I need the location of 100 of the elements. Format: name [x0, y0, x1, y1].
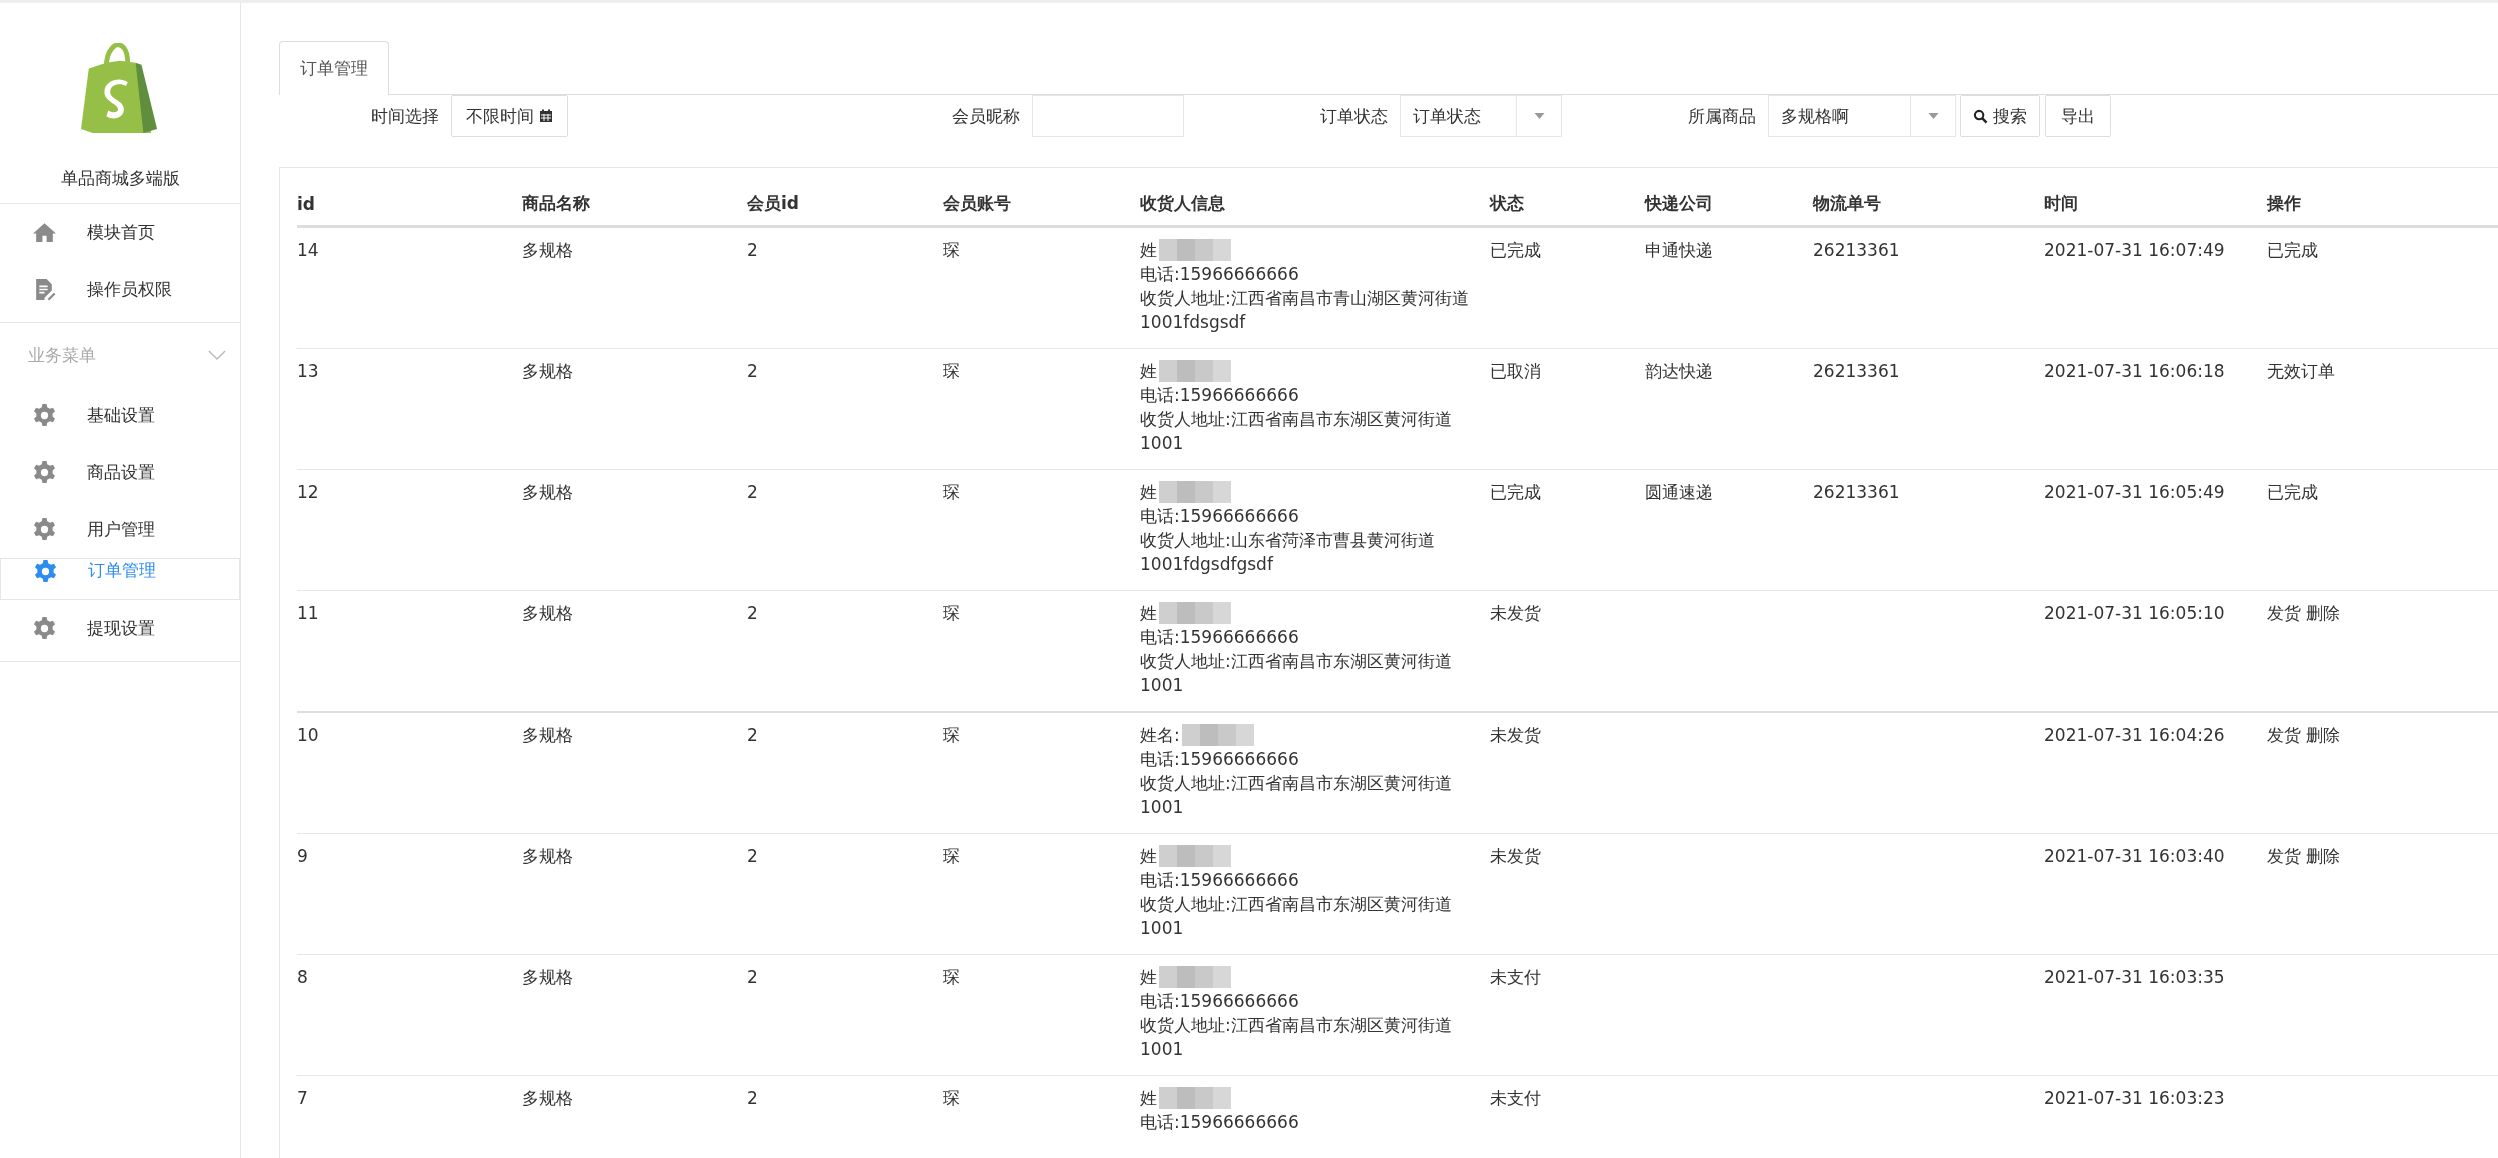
- table-cell: 2: [747, 482, 758, 502]
- table-cell: 已完成: [1490, 482, 1541, 502]
- recipient-phone: 电话:15966666666: [1140, 264, 1299, 284]
- recipient-name-label: 姓: [1140, 239, 1157, 262]
- recipient-phone: 电话:15966666666: [1140, 627, 1299, 647]
- blur-mask: [1159, 602, 1231, 624]
- app-name: 单品商城多端版: [60, 167, 180, 190]
- table-cell: 13: [297, 361, 319, 381]
- recipient-name-label: 姓名:: [1140, 724, 1180, 747]
- table-cell: 11: [297, 603, 319, 623]
- table-cell: 琛: [943, 967, 960, 987]
- table-cell: 2021-07-31 16:05:10: [2044, 603, 2225, 623]
- blur-mask: [1159, 1087, 1231, 1109]
- export-button[interactable]: 导出: [2045, 95, 2111, 137]
- table-cell: 14: [297, 240, 319, 260]
- filter-label: 会员昵称: [952, 104, 1020, 128]
- recipient-phone: 电话:15966666666: [1140, 991, 1299, 1011]
- action-link[interactable]: 删除: [2306, 725, 2340, 745]
- table-cell: 琛: [943, 240, 960, 260]
- action-link[interactable]: 发货: [2267, 846, 2301, 866]
- sidebar-item[interactable]: 订单管理: [0, 558, 240, 600]
- table-cell: 2021-07-31 16:05:49: [2044, 482, 2225, 502]
- table-cell: 2: [747, 240, 758, 260]
- column-header: 时间: [2044, 193, 2078, 213]
- product-dropdown[interactable]: 多规格啊: [1768, 95, 1956, 137]
- blur-mask: [1159, 845, 1231, 867]
- recipient-name-label: 姓: [1140, 602, 1157, 625]
- blur-mask: [1159, 966, 1231, 988]
- action-link[interactable]: 删除: [2306, 603, 2340, 623]
- sidebar-item[interactable]: 商品设置: [0, 444, 240, 501]
- recipient-phone: 电话:15966666666: [1140, 506, 1299, 526]
- table-cell: 12: [297, 482, 319, 502]
- table-cell: 多规格: [522, 482, 573, 502]
- action-link[interactable]: 删除: [2306, 846, 2340, 866]
- sidebar-item[interactable]: 模块首页: [0, 204, 240, 261]
- recipient-address: 收货人地址:江西省南昌市东湖区黄河街道1001: [1140, 651, 1452, 695]
- table-cell: 2021-07-31 16:06:18: [2044, 361, 2225, 381]
- status-dropdown[interactable]: 订单状态: [1400, 95, 1562, 137]
- table-cell: 2021-07-31 16:07:49: [2044, 240, 2225, 260]
- sidebar-item[interactable]: 提现设置: [0, 600, 240, 657]
- action-link[interactable]: 发货: [2267, 603, 2301, 623]
- table-cell: 2: [747, 846, 758, 866]
- table-cell: 已完成: [2267, 482, 2318, 502]
- table-cell: 多规格: [522, 967, 573, 987]
- table-cell: 7: [297, 1088, 308, 1108]
- table-cell: 2021-07-31 16:03:23: [2044, 1088, 2225, 1108]
- nickname-input[interactable]: [1032, 95, 1184, 137]
- table-cell: 10: [297, 725, 319, 745]
- table-cell: 多规格: [522, 846, 573, 866]
- recipient-phone: 电话:15966666666: [1140, 749, 1299, 769]
- table-cell: 多规格: [522, 240, 573, 260]
- blur-mask: [1159, 481, 1231, 503]
- date-picker-button[interactable]: 不限时间: [451, 95, 568, 137]
- table-cell: 多规格: [522, 361, 573, 381]
- table-cell: 9: [297, 846, 308, 866]
- sidebar-item[interactable]: 基础设置: [0, 387, 240, 444]
- table-cell: 琛: [943, 1088, 960, 1108]
- recipient-address: 收货人地址:山东省菏泽市曹县黄河街道1001fdgsdfgsdf: [1140, 530, 1435, 574]
- recipient-phone: 电话:15966666666: [1140, 1112, 1299, 1132]
- table-cell: 2021-07-31 16:04:26: [2044, 725, 2225, 745]
- search-icon: [1973, 108, 1988, 124]
- table-cell: 已完成: [2267, 240, 2318, 260]
- table-cell: 2: [747, 725, 758, 745]
- table-cell: 未发货: [1490, 846, 1541, 866]
- action-link[interactable]: 发货: [2267, 725, 2301, 745]
- table-cell: 26213361: [1813, 482, 1900, 502]
- table-cell: 多规格: [522, 603, 573, 623]
- column-header: 操作: [2267, 193, 2301, 213]
- table-cell: 琛: [943, 725, 960, 745]
- tab[interactable]: 订单管理: [279, 41, 389, 95]
- table-cell: 未发货: [1490, 725, 1541, 745]
- filter-label: 所属商品: [1688, 104, 1756, 128]
- column-header: 收货人信息: [1140, 193, 1225, 213]
- filter-label: 订单状态: [1320, 104, 1388, 128]
- table-cell: 圆通速递: [1645, 482, 1713, 502]
- caret-icon: [1927, 113, 1939, 119]
- column-header: 会员id: [747, 193, 799, 213]
- table-cell: 韵达快递: [1645, 361, 1713, 381]
- table-cell: 琛: [943, 603, 960, 623]
- search-button[interactable]: 搜索: [1960, 95, 2040, 137]
- table-cell: 琛: [943, 846, 960, 866]
- table-cell: 2021-07-31 16:03:40: [2044, 846, 2225, 866]
- table-cell: 琛: [943, 361, 960, 381]
- recipient-name-label: 姓: [1140, 481, 1157, 504]
- column-header: 会员账号: [943, 193, 1011, 213]
- sidebar-item[interactable]: 用户管理: [0, 501, 240, 558]
- recipient-name-label: 姓: [1140, 966, 1157, 989]
- calendar-icon: [539, 109, 553, 123]
- table-cell: 26213361: [1813, 361, 1900, 381]
- table-cell: 2: [747, 967, 758, 987]
- table-cell: 未支付: [1490, 967, 1541, 987]
- table-cell: 26213361: [1813, 240, 1900, 260]
- table-cell: 2021-07-31 16:03:35: [2044, 967, 2225, 987]
- table-cell: 8: [297, 967, 308, 987]
- recipient-address: 收货人地址:江西省南昌市东湖区黄河街道1001: [1140, 894, 1452, 938]
- recipient-phone: 电话:15966666666: [1140, 385, 1299, 405]
- table-cell: 未支付: [1490, 1088, 1541, 1108]
- blur-mask: [1159, 239, 1231, 261]
- sidebar-item[interactable]: 操作员权限: [0, 261, 240, 318]
- table-cell: 申通快递: [1645, 240, 1713, 260]
